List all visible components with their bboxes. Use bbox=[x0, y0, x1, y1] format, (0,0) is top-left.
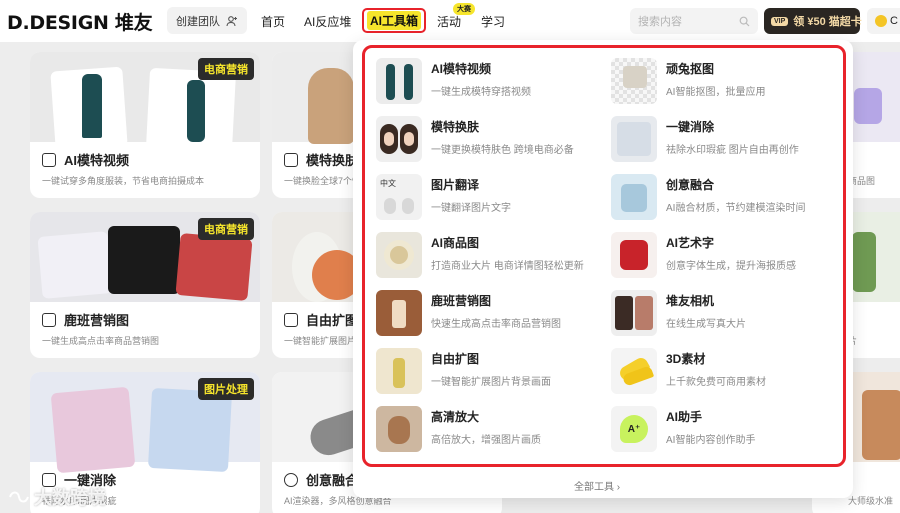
tool-item-3d-assets[interactable]: 3D素材 上千款免费可商用素材 bbox=[611, 346, 841, 398]
tool-thumbnail bbox=[376, 116, 422, 162]
tool-item-ai-model-video[interactable]: AI模特视频 一键生成模特穿搭视频 bbox=[376, 56, 606, 108]
search-input[interactable]: 搜索内容 bbox=[630, 8, 758, 34]
card-title: AI模特视频 bbox=[42, 150, 129, 169]
nav-home[interactable]: 首页 bbox=[261, 0, 285, 42]
card-subtitle: 一键生成高点击率商品营销图 bbox=[42, 336, 160, 346]
tool-item-ai-assistant[interactable]: A⁺ AI助手 AI智能内容创作助手 bbox=[611, 404, 841, 456]
tool-desc: 祛除水印瑕疵 图片自由再创作 bbox=[666, 145, 799, 156]
search-placeholder: 搜索内容 bbox=[638, 16, 682, 28]
tool-desc: 在线生成写真大片 bbox=[666, 319, 746, 330]
tool-desc: 一键智能扩展图片背景画面 bbox=[431, 377, 551, 388]
tool-name: 3D素材 bbox=[666, 352, 706, 366]
tool-card[interactable]: 电商营销 AI模特视频 一键试穿多角度服装，节省电商拍摄成本 bbox=[30, 52, 260, 198]
tool-card[interactable]: 电商营销 鹿班营销图 一键生成高点击率商品营销图 bbox=[30, 212, 260, 358]
tool-desc: AI智能内容创作助手 bbox=[666, 435, 756, 446]
tool-name: 创意融合 bbox=[666, 178, 715, 192]
tool-desc: 快速生成高点击率商品营销图 bbox=[431, 319, 561, 330]
nav-ai-toolbox[interactable]: AI工具箱 bbox=[367, 11, 421, 30]
tool-name: 一键消除 bbox=[666, 120, 715, 134]
tool-item-ai-product-image[interactable]: AI商品图 打造商业大片 电商详情图轻松更新 bbox=[376, 230, 606, 282]
tool-name: AI模特视频 bbox=[431, 62, 492, 76]
search-icon[interactable] bbox=[739, 16, 750, 27]
tool-item-ai-art-text[interactable]: AI艺术字 创意字体生成，提升海报质感 bbox=[611, 230, 841, 282]
tool-item-one-click-erase[interactable]: 一键消除 祛除水印瑕疵 图片自由再创作 bbox=[611, 114, 841, 166]
tool-name: 堆友相机 bbox=[666, 294, 715, 308]
tool-thumbnail: 中文 bbox=[376, 174, 422, 220]
tool-desc: 一键更换模特肤色 跨境电商必备 bbox=[431, 145, 574, 156]
watermark: 大数跨境 bbox=[8, 484, 106, 510]
card-title: 鹿班营销图 bbox=[42, 310, 129, 329]
tool-thumbnail bbox=[611, 348, 657, 394]
tool-thumbnail bbox=[376, 406, 422, 452]
category-tag: 电商营销 bbox=[198, 58, 254, 80]
card-title: 模特换肤 bbox=[284, 150, 358, 169]
ai-assistant-icon: A⁺ bbox=[620, 415, 648, 443]
tool-name: 高清放大 bbox=[431, 410, 480, 424]
coin-icon bbox=[875, 15, 887, 27]
bulb-icon bbox=[284, 152, 298, 167]
tool-thumbnail bbox=[611, 116, 657, 162]
tool-name: AI商品图 bbox=[431, 236, 480, 250]
add-user-icon bbox=[226, 15, 237, 26]
tool-item-creative-fusion[interactable]: 创意融合 AI融合材质，节约建模渲染时间 bbox=[611, 172, 841, 224]
blend-icon bbox=[284, 472, 298, 487]
card-title: 自由扩图 bbox=[284, 310, 358, 329]
tool-item-model-skin[interactable]: 模特换肤 一键更换模特肤色 跨境电商必备 bbox=[376, 114, 606, 166]
tool-item-hd-upscale[interactable]: 高清放大 高倍放大，增强图片画质 bbox=[376, 404, 606, 456]
coin-button[interactable]: C bbox=[867, 8, 900, 34]
tool-thumbnail bbox=[376, 58, 422, 104]
tool-name: 图片翻译 bbox=[431, 178, 480, 192]
vip-coupon-label: 领 ¥50 猫超卡 bbox=[793, 16, 862, 28]
thumb-label: 中文 bbox=[380, 179, 396, 188]
tool-thumbnail bbox=[376, 290, 422, 336]
coin-label: C bbox=[890, 15, 898, 27]
tool-desc: 打造商业大片 电商详情图轻松更新 bbox=[431, 261, 584, 272]
create-team-label: 创建团队 bbox=[176, 15, 220, 28]
tool-item-luban-marketing[interactable]: 鹿班营销图 快速生成高点击率商品营销图 bbox=[376, 288, 606, 340]
tool-desc: 一键翻译图片文字 bbox=[431, 203, 511, 214]
expand-icon bbox=[284, 312, 298, 327]
tool-desc: 高倍放大，增强图片画质 bbox=[431, 435, 541, 446]
watermark-logo-icon bbox=[9, 491, 29, 503]
tool-thumbnail bbox=[611, 232, 657, 278]
tool-name: AI艺术字 bbox=[666, 236, 715, 250]
tool-desc: 上千款免费可商用素材 bbox=[666, 377, 766, 388]
tool-thumbnail bbox=[611, 58, 657, 104]
tool-desc: AI融合材质，节约建模渲染时间 bbox=[666, 203, 806, 214]
card-subtitle: 一键试穿多角度服装，节省电商拍摄成本 bbox=[42, 176, 205, 186]
tool-name: 鹿班营销图 bbox=[431, 294, 492, 308]
card-subtitle: 大师级水准 bbox=[848, 496, 894, 506]
tool-desc: AI智能抠图，批量应用 bbox=[666, 87, 766, 98]
create-team-button[interactable]: 创建团队 bbox=[167, 7, 247, 34]
category-tag: 图片处理 bbox=[198, 378, 254, 400]
tool-item-image-translate[interactable]: 中文 图片翻译 一键翻译图片文字 bbox=[376, 172, 606, 224]
all-tools-link[interactable]: 全部工具 › bbox=[574, 478, 620, 493]
tool-name: AI助手 bbox=[666, 410, 703, 424]
tool-name: 模特换肤 bbox=[431, 120, 480, 134]
tool-item-free-expand[interactable]: 自由扩图 一键智能扩展图片背景画面 bbox=[376, 346, 606, 398]
tool-desc: 一键生成模特穿搭视频 bbox=[431, 87, 531, 98]
video-icon bbox=[42, 152, 56, 167]
tool-thumbnail bbox=[611, 290, 657, 336]
layers-icon bbox=[42, 312, 56, 327]
tool-thumbnail bbox=[376, 232, 422, 278]
tool-name: 顽兔抠图 bbox=[666, 62, 715, 76]
card-title: 创意融合 bbox=[284, 470, 358, 489]
tool-item-duiyou-camera[interactable]: 堆友相机 在线生成写真大片 bbox=[611, 288, 841, 340]
tool-thumbnail bbox=[376, 348, 422, 394]
card-subtitle: 一键智能扩展图片 bbox=[284, 336, 357, 346]
nav-learn[interactable]: 学习 bbox=[481, 0, 505, 42]
vip-coupon-button[interactable]: VIP 领 ¥50 猫超卡 bbox=[764, 8, 862, 34]
tool-item-bg-removal[interactable]: 顽兔抠图 AI智能抠图，批量应用 bbox=[611, 56, 841, 108]
tool-thumbnail bbox=[611, 174, 657, 220]
tool-thumbnail: A⁺ bbox=[611, 406, 657, 452]
vip-tag: VIP bbox=[771, 16, 789, 26]
category-tag: 电商营销 bbox=[198, 218, 254, 240]
nav-ai-reactor[interactable]: AI反应堆 bbox=[304, 0, 351, 42]
events-badge: 大赛 bbox=[453, 3, 475, 15]
tool-desc: 创意字体生成，提升海报质感 bbox=[666, 261, 796, 272]
site-logo[interactable]: D.DESIGN 堆友 bbox=[7, 8, 153, 35]
tool-name: 自由扩图 bbox=[431, 352, 480, 366]
top-bar: D.DESIGN 堆友 创建团队 首页 AI反应堆 AI工具箱 活动 大赛 学习… bbox=[0, 0, 900, 42]
